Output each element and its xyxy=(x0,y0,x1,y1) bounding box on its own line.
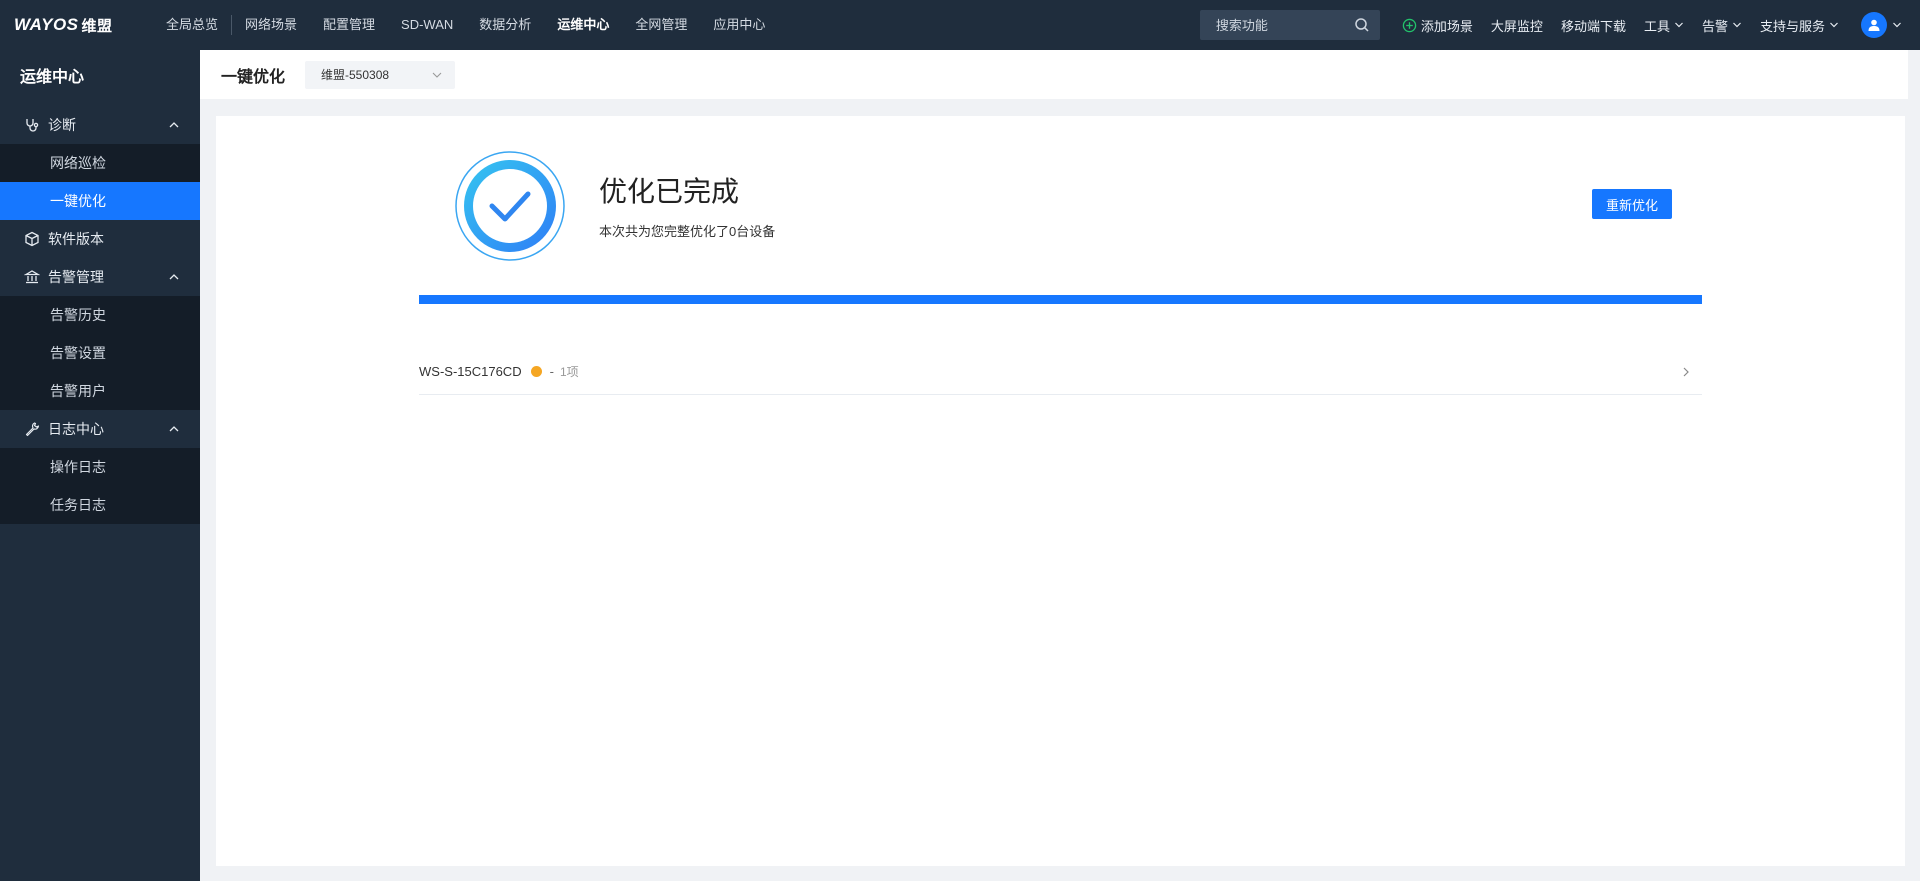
chevron-down-icon xyxy=(1675,22,1683,28)
add-scene-button[interactable]: 添加场景 xyxy=(1402,16,1473,35)
site-select-value: 维盟-550308 xyxy=(321,68,390,82)
alarm-label: 告警 xyxy=(1701,18,1728,34)
sidebar: 运维中心 诊断 网络巡检 一键优化 软件版本 告警管理 告警历史 告警设置 告警… xyxy=(0,50,200,881)
logo-cn-text: 维盟 xyxy=(81,17,113,35)
progress-fill xyxy=(419,295,1702,304)
avatar xyxy=(1861,12,1887,38)
page-header: 一键优化 维盟-550308 xyxy=(200,50,1920,99)
mobile-download-link[interactable]: 移动端下载 xyxy=(1561,16,1626,35)
device-row[interactable]: WS-S-15C176CD - 1项 xyxy=(419,349,1702,395)
big-screen-link[interactable]: 大屏监控 xyxy=(1491,16,1543,35)
main-nav: 全局总览 网络场景 配置管理 SD-WAN 数据分析 运维中心 全网管理 应用中… xyxy=(153,0,778,50)
nav-global-overview[interactable]: 全局总览 xyxy=(153,0,231,50)
sidebar-item-operation-log[interactable]: 操作日志 xyxy=(0,448,200,486)
sidebar-item-one-click-optimize[interactable]: 一键优化 xyxy=(0,182,200,220)
page-title: 一键优化 xyxy=(221,68,286,86)
support-label: 支持与服务 xyxy=(1759,18,1825,34)
top-right-toolbar: 添加场景 大屏监控 移动端下载 工具 告警 支持与服务 xyxy=(1199,0,1920,50)
alarm-menu[interactable]: 告警 xyxy=(1702,16,1742,35)
chevron-down-icon xyxy=(1893,22,1901,28)
user-menu[interactable] xyxy=(1861,12,1902,38)
device-name: WS-S-15C176CD xyxy=(419,364,522,379)
wayos-logo[interactable]: WAYOS 维盟 xyxy=(0,0,135,50)
nav-app-center[interactable]: 应用中心 xyxy=(700,0,778,50)
stethoscope-icon xyxy=(26,119,39,132)
chevron-down-icon xyxy=(432,72,442,78)
chevron-up-icon xyxy=(169,122,179,128)
sidebar-item-alarm-settings[interactable]: 告警设置 xyxy=(0,334,200,372)
search-input[interactable] xyxy=(1215,17,1346,33)
result-subtitle: 本次共为您完整优化了0台设备 xyxy=(599,224,776,239)
sidebar-group-diagnosis[interactable]: 诊断 xyxy=(0,106,200,144)
site-select[interactable]: 维盟-550308 xyxy=(305,60,456,89)
sidebar-item-alarm-history[interactable]: 告警历史 xyxy=(0,296,200,334)
progress-bar xyxy=(419,295,1702,304)
sidebar-group-alarm-management[interactable]: 告警管理 xyxy=(0,258,200,296)
sidebar-group-label: 诊断 xyxy=(48,117,76,133)
sidebar-group-label: 软件版本 xyxy=(48,231,104,247)
tools-label: 工具 xyxy=(1643,18,1670,34)
wrench-icon xyxy=(25,422,40,437)
search-box xyxy=(1199,10,1380,40)
plus-circle-icon xyxy=(1402,18,1417,32)
chevron-up-icon xyxy=(169,274,179,280)
tools-menu[interactable]: 工具 xyxy=(1644,16,1684,35)
logo-text: WAYOS xyxy=(14,15,79,34)
sidebar-group-label: 告警管理 xyxy=(48,269,104,285)
nav-network-scene[interactable]: 网络场景 xyxy=(232,0,310,50)
search-icon[interactable] xyxy=(1354,17,1370,33)
chevron-right-icon[interactable] xyxy=(1680,366,1692,378)
chevron-down-icon xyxy=(1733,22,1741,28)
bank-icon xyxy=(24,270,40,284)
top-navbar: WAYOS 维盟 全局总览 网络场景 配置管理 SD-WAN 数据分析 运维中心… xyxy=(0,0,1920,50)
issue-count: 1项 xyxy=(559,365,579,379)
sidebar-group-label: 日志中心 xyxy=(48,421,104,437)
reoptimize-button[interactable]: 重新优化 xyxy=(1592,189,1672,219)
sidebar-item-task-log[interactable]: 任务日志 xyxy=(0,486,200,524)
nav-data-analysis[interactable]: 数据分析 xyxy=(466,0,544,50)
page-scrollbar[interactable] xyxy=(1908,50,1920,881)
sidebar-item-network-inspection[interactable]: 网络巡检 xyxy=(0,144,200,182)
result-title: 优化已完成 xyxy=(599,176,740,207)
check-circle-icon xyxy=(455,151,565,261)
sidebar-group-log-center[interactable]: 日志中心 xyxy=(0,410,200,448)
optimize-result-card: 优化已完成 本次共为您完整优化了0台设备 重新优化 WS-S-15C176CD … xyxy=(216,116,1905,866)
chevron-down-icon xyxy=(1830,22,1838,28)
chevron-up-icon xyxy=(169,426,179,432)
nav-ops-center[interactable]: 运维中心 xyxy=(544,0,622,50)
user-icon xyxy=(1868,19,1880,31)
nav-sd-wan[interactable]: SD-WAN xyxy=(388,0,466,50)
status-dot xyxy=(530,366,542,377)
support-menu[interactable]: 支持与服务 xyxy=(1760,16,1839,35)
add-scene-label: 添加场景 xyxy=(1420,18,1473,34)
separator: - xyxy=(549,364,554,379)
sidebar-title: 运维中心 xyxy=(20,69,85,86)
nav-config-management[interactable]: 配置管理 xyxy=(310,0,388,50)
sidebar-item-alarm-users[interactable]: 告警用户 xyxy=(0,372,200,410)
cube-icon xyxy=(25,231,39,247)
nav-network-management[interactable]: 全网管理 xyxy=(622,0,700,50)
sidebar-group-software-version[interactable]: 软件版本 xyxy=(0,220,200,258)
